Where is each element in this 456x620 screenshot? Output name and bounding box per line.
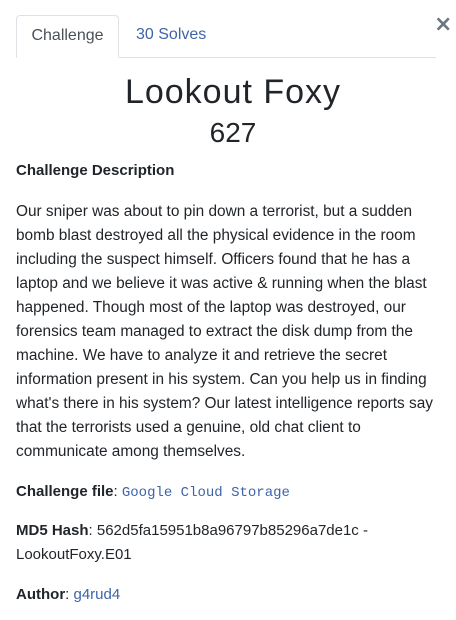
description-line: that the terrorists used a genuine, old … <box>16 419 361 436</box>
tab-solves[interactable]: 30 Solves <box>136 15 212 57</box>
challenge-file-link[interactable]: Google Cloud Storage <box>122 485 290 501</box>
challenge-title: Lookout Foxy <box>124 73 342 111</box>
description-line: what's there in his system? Our latest i… <box>16 395 433 412</box>
author-link[interactable]: g4rud4 <box>74 586 121 603</box>
md5-label: MD5 Hash <box>16 522 89 539</box>
author-row: Author: g4rud4 <box>16 586 121 603</box>
tab-bar: Challenge 30 Solves <box>16 15 436 58</box>
description-line: bomb blast destroyed all the physical ev… <box>16 227 416 244</box>
description-heading: Challenge Description <box>16 162 175 179</box>
md5-filename: LookoutFoxy.E01 <box>16 546 132 563</box>
challenge-modal: Challenge 30 Solves × Lookout Foxy 627 C… <box>0 0 456 620</box>
challenge-points: 627 <box>209 117 257 148</box>
description-line: machine. We have to analyze it and retri… <box>16 347 387 364</box>
md5-value: 562d5fa15951b8a96797b85296a7de1c - <box>96 522 368 539</box>
author-label: Author <box>16 586 66 603</box>
description-line: forensics team managed to extract the di… <box>16 323 413 340</box>
challenge-file-label: Challenge file <box>16 483 114 500</box>
tab-challenge[interactable]: Challenge <box>16 15 119 58</box>
description-line: Our sniper was about to pin down a terro… <box>16 203 413 220</box>
description-line: including the suspect himself. Officers … <box>16 251 411 268</box>
description-line: laptop and we believe it was active & ru… <box>16 275 427 292</box>
description-line: communicate among themselves. <box>16 443 246 460</box>
description-line: happened. Though most of the laptop was … <box>16 299 406 316</box>
challenge-description: Our sniper was about to pin down a terro… <box>16 200 446 464</box>
md5-hash-row: MD5 Hash: 562d5fa15951b8a96797b85296a7de… <box>16 522 368 563</box>
description-line: information present in his system. Can y… <box>16 371 427 388</box>
challenge-file-row: Challenge file: Google Cloud Storage <box>16 483 290 501</box>
close-icon[interactable]: × <box>434 13 452 37</box>
